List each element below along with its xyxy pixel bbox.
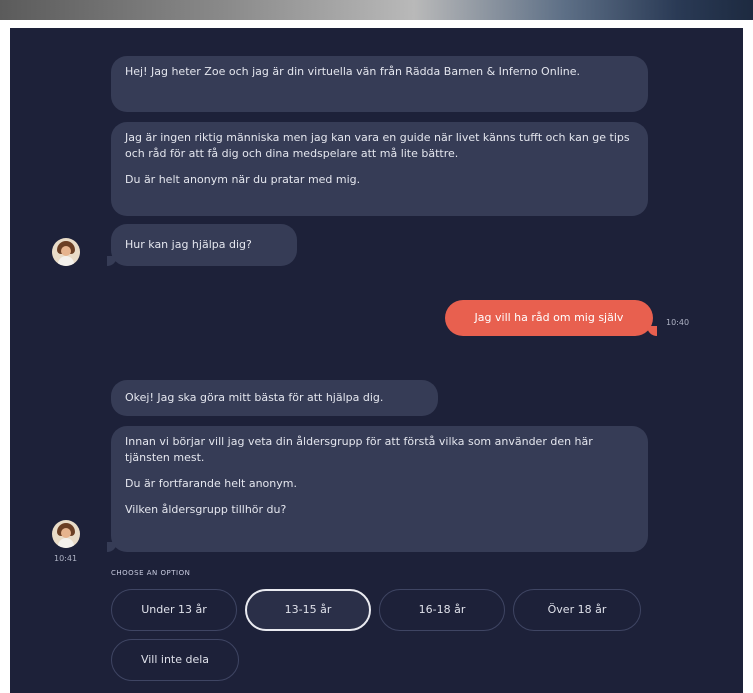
option-label: Vill inte dela bbox=[140, 653, 210, 666]
bot-message-intro: Jag är ingen riktig människa men jag kan… bbox=[111, 122, 648, 216]
bot-message-age-question: Innan vi börjar vill jag veta din ålders… bbox=[107, 426, 648, 552]
message-text: Hej! Jag heter Zoe och jag är din virtue… bbox=[125, 65, 581, 78]
top-banner-strip bbox=[0, 0, 753, 20]
option-label: Över 18 år bbox=[547, 603, 607, 616]
message-text: Du är fortfarande helt anonym. bbox=[125, 477, 297, 490]
message-text: Innan vi börjar vill jag veta din ålders… bbox=[125, 435, 593, 464]
option-under-13[interactable]: Under 13 år bbox=[111, 589, 237, 631]
bot-message-timestamp: 10:41 bbox=[54, 554, 78, 563]
option-label: 13-15 år bbox=[284, 603, 332, 616]
option-label: Under 13 år bbox=[141, 603, 207, 616]
option-over-18[interactable]: Över 18 år bbox=[513, 589, 641, 631]
bot-avatar-icon bbox=[52, 520, 80, 548]
option-16-18[interactable]: 16-18 år bbox=[379, 589, 505, 631]
choose-option-label: CHOOSE AN OPTION bbox=[111, 569, 191, 577]
option-prefer-not-to-share[interactable]: Vill inte dela bbox=[111, 639, 239, 681]
bot-message-okay: Okej! Jag ska göra mitt bästa för att hj… bbox=[111, 380, 438, 416]
bot-avatar-icon bbox=[52, 238, 80, 266]
message-text: Okej! Jag ska göra mitt bästa för att hj… bbox=[125, 391, 384, 404]
message-text: Du är helt anonym när du pratar med mig. bbox=[125, 173, 361, 186]
user-message-timestamp: 10:40 bbox=[666, 318, 690, 327]
message-text: Vilken åldersgrupp tillhör du? bbox=[125, 503, 287, 516]
message-text: Hur kan jag hjälpa dig? bbox=[125, 238, 252, 251]
bot-message-question: Hur kan jag hjälpa dig? bbox=[107, 224, 297, 266]
bot-message-greeting: Hej! Jag heter Zoe och jag är din virtue… bbox=[111, 56, 648, 112]
option-13-15[interactable]: 13-15 år bbox=[245, 589, 371, 631]
message-text: Jag är ingen riktig människa men jag kan… bbox=[125, 131, 630, 160]
user-message: Jag vill ha råd om mig själv bbox=[445, 300, 657, 336]
chat-panel: Hej! Jag heter Zoe och jag är din virtue… bbox=[10, 28, 743, 693]
message-text: Jag vill ha råd om mig själv bbox=[474, 311, 624, 324]
option-label: 16-18 år bbox=[418, 603, 466, 616]
